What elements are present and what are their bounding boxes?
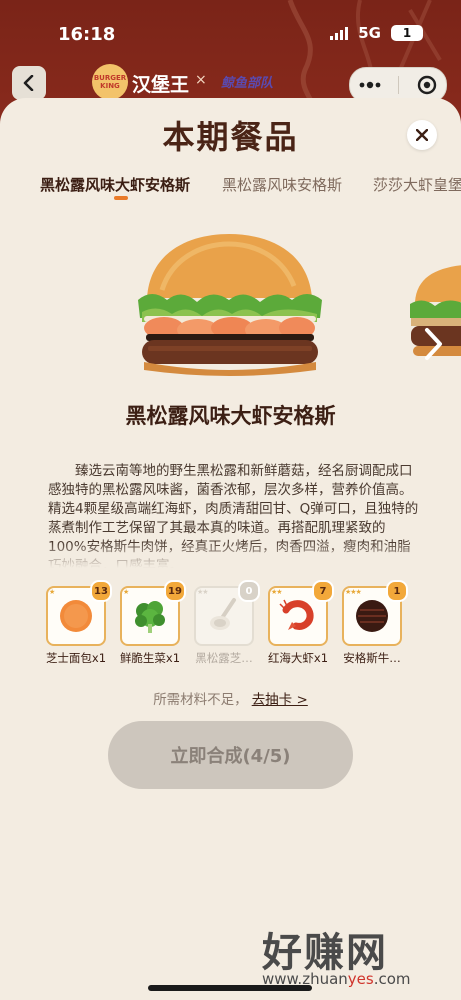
truffle-sauce-icon	[210, 598, 236, 630]
ingredient-count-badge: 7	[312, 580, 334, 602]
ingredient-item[interactable]: ★ 13 芝士面包x1	[40, 580, 112, 672]
home-indicator[interactable]	[148, 985, 312, 991]
ingredient-item[interactable]: ★★★ 1 安格斯牛…	[336, 580, 408, 672]
synthesize-button[interactable]: 立即合成(4/5)	[108, 721, 353, 789]
ingredient-item[interactable]: ★ 19 鲜脆生菜x1	[114, 580, 186, 672]
ingredient-stars: ★	[49, 588, 55, 596]
back-button[interactable]	[12, 66, 46, 100]
status-right: 5G 1	[330, 24, 423, 42]
close-target-icon[interactable]	[417, 75, 437, 95]
battery-icon: 1	[391, 25, 423, 41]
tab-truffle-shrimp-angus[interactable]: 黑松露风味大虾安格斯	[40, 174, 190, 195]
ingredient-item[interactable]: ★★ 0 黑松露芝…	[188, 580, 260, 672]
network-type: 5G	[358, 24, 381, 42]
tab-truffle-angus[interactable]: 黑松露风味安格斯	[222, 174, 342, 195]
ingredient-stars: ★★	[271, 588, 283, 596]
ingredient-stars: ★★★	[345, 588, 362, 596]
signal-icon	[330, 26, 349, 40]
chevron-right-icon[interactable]	[418, 326, 446, 362]
capsule-divider	[398, 76, 400, 94]
draw-card-link[interactable]: 去抽卡 >	[252, 692, 308, 708]
brand-name: 汉堡王	[132, 74, 190, 96]
ingredient-count-badge: 0	[238, 580, 260, 602]
panel-title: 本期餐品	[162, 118, 299, 156]
ingredient-count-badge: 19	[164, 580, 186, 602]
ingredient-label: 红海大虾x1	[267, 651, 329, 665]
ingredient-list: ★ 13 芝士面包x1 ★ 19 鲜脆生菜x1 ★★ 0 黑松露芝… ★★ 7 …	[40, 580, 440, 672]
hint-text: 所需材料不足，	[153, 692, 248, 708]
collab-times: ×	[195, 72, 207, 88]
product-name: 黑松露风味大虾安格斯	[125, 404, 336, 428]
tab-active-indicator	[114, 196, 128, 200]
close-icon	[416, 129, 428, 141]
product-tabs: 黑松露风味大虾安格斯 黑松露风味安格斯 莎莎大虾皇堡	[0, 172, 461, 212]
beef-patty-icon	[356, 600, 388, 632]
ingredient-label: 芝士面包x1	[45, 651, 107, 665]
ingredient-stars: ★	[123, 588, 129, 596]
tab-salsa-shrimp-whopper[interactable]: 莎莎大虾皇堡	[373, 174, 461, 195]
ingredient-count-badge: 1	[386, 580, 408, 602]
status-time: 16:18	[58, 24, 116, 45]
chevron-left-icon	[23, 75, 34, 91]
status-bar: 16:18 5G 1	[0, 18, 461, 50]
burger-king-logo: BURGER KING	[92, 64, 128, 100]
shrimp-icon	[279, 599, 314, 630]
close-button[interactable]	[407, 120, 437, 150]
more-dots-icon[interactable]	[359, 81, 381, 89]
insufficient-materials-hint: 所需材料不足， 去抽卡 >	[0, 688, 461, 708]
ingredient-label: 黑松露芝…	[195, 651, 253, 665]
ingredient-count-badge: 13	[90, 580, 112, 602]
lettuce-icon	[135, 601, 165, 633]
ingredient-item[interactable]: ★★ 7 红海大虾x1	[262, 580, 334, 672]
ingredient-stars: ★★	[197, 588, 209, 596]
ingredient-label: 安格斯牛…	[343, 651, 401, 665]
product-description-area: 臻选云南等地的野生黑松露和新鲜蘑菇，经名厨调配成口感独特的黑松露风味酱，菌香浓郁…	[48, 462, 420, 568]
bun-icon	[60, 600, 92, 632]
collab-logo: 鲸鱼部队	[220, 75, 273, 91]
ingredient-label: 鲜脆生菜x1	[119, 651, 181, 665]
description-fade	[48, 542, 420, 568]
burger-image	[138, 234, 322, 376]
